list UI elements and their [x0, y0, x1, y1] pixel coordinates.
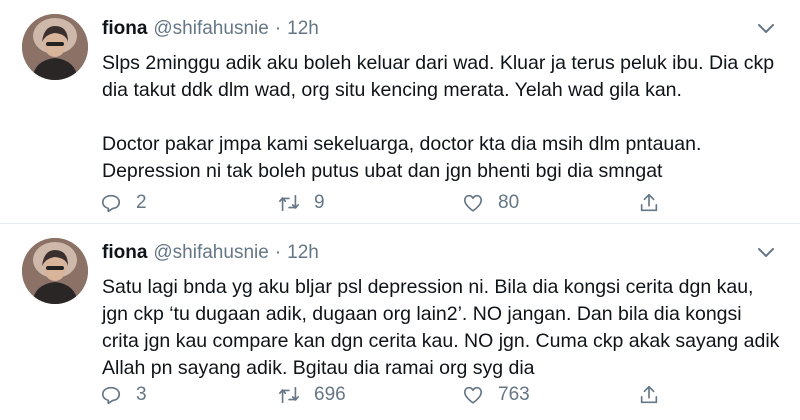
tweet[interactable]: fiona @shifahusnie · 12h Slps 2minggu adik …: [0, 0, 800, 224]
avatar[interactable]: [22, 238, 88, 304]
retweet-count: 696: [314, 384, 346, 405]
retweet-button[interactable]: 9: [278, 190, 325, 216]
reply-button[interactable]: 2: [100, 190, 147, 216]
tweet-actions: 3 696 763: [100, 382, 680, 408]
chevron-down-icon: [758, 24, 774, 33]
retweet-icon: [279, 386, 299, 404]
retweet-icon: [279, 194, 299, 212]
timestamp[interactable]: 12h: [287, 18, 319, 39]
like-button[interactable]: 80: [462, 190, 519, 216]
share-icon: [640, 193, 658, 212]
like-button[interactable]: 763: [462, 382, 530, 408]
separator-dot: ·: [274, 18, 282, 39]
chevron-down-icon: [758, 248, 774, 257]
tweet-paragraph: Satu lagi bnda yg aku bljar psl depressi…: [102, 276, 780, 379]
like-icon: [463, 194, 483, 212]
tweet-header: fiona @shifahusnie · 12h: [102, 242, 319, 264]
retweet-button[interactable]: 696: [278, 382, 346, 408]
like-icon: [463, 386, 483, 404]
tweet-header: fiona @shifahusnie · 12h: [102, 18, 319, 40]
retweet-count: 9: [314, 192, 325, 213]
more-options-button[interactable]: [754, 18, 778, 38]
tweet-actions: 2 9 80: [100, 190, 680, 216]
tweet-paragraph: Slps 2minggu adik aku boleh keluar dari …: [102, 52, 775, 101]
user-handle[interactable]: @shifahusnie: [153, 18, 268, 39]
share-icon: [640, 385, 658, 404]
more-options-button[interactable]: [754, 242, 778, 262]
separator-dot: ·: [274, 242, 282, 263]
reply-count: 2: [136, 192, 147, 213]
share-button[interactable]: [638, 190, 660, 216]
tweet[interactable]: fiona @shifahusnie · 12h Satu lagi bnda yg …: [0, 224, 800, 420]
tweet-paragraph: Doctor pakar jmpa kami sekeluarga, docto…: [102, 133, 702, 182]
display-name[interactable]: fiona: [102, 18, 147, 39]
avatar[interactable]: [22, 14, 88, 80]
tweet-text: Slps 2minggu adik aku boleh keluar dari …: [102, 50, 782, 185]
display-name[interactable]: fiona: [102, 242, 147, 263]
share-button[interactable]: [638, 382, 660, 408]
reply-button[interactable]: 3: [100, 382, 147, 408]
tweet-text: Satu lagi bnda yg aku bljar psl depressi…: [102, 274, 782, 382]
reply-icon: [101, 386, 121, 405]
user-handle[interactable]: @shifahusnie: [153, 242, 268, 263]
reply-icon: [101, 194, 121, 213]
reply-count: 3: [136, 384, 147, 405]
timestamp[interactable]: 12h: [287, 242, 319, 263]
like-count: 763: [498, 384, 530, 405]
like-count: 80: [498, 192, 520, 213]
